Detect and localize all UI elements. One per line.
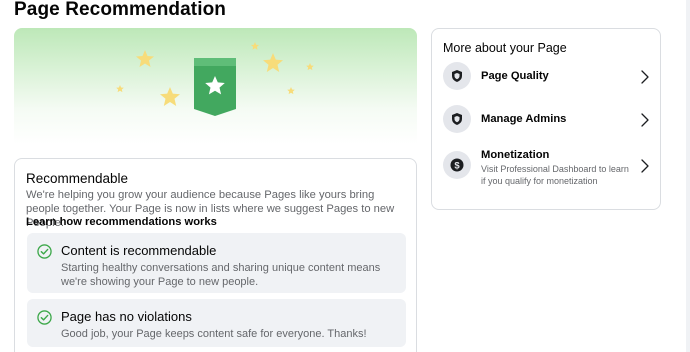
recommendation-card: Recommendable We're helping you grow you… <box>14 158 417 352</box>
chevron-right-icon <box>641 159 649 173</box>
page-title: Page Recommendation <box>14 0 227 20</box>
shield-icon <box>452 113 462 125</box>
star-icon <box>116 85 124 93</box>
star-icon <box>306 63 314 71</box>
sidebar-item-label: Page Quality <box>481 70 549 82</box>
chevron-right-icon <box>641 70 649 84</box>
more-about-page-card: More about your Page Page Quality Manage… <box>431 28 661 210</box>
sidebar-item-subtitle: Visit Professional Dashboard to learn if… <box>481 164 629 186</box>
sidebar-item-monetization[interactable]: $ Monetization Visit Professional Dashbo… <box>438 145 654 189</box>
hero-banner <box>14 28 417 144</box>
scrollbar-track[interactable] <box>686 0 690 352</box>
sidebar-item-label: Manage Admins <box>481 113 567 125</box>
hero-illustration <box>116 42 314 116</box>
dollar-icon: $ <box>450 158 464 172</box>
star-icon <box>251 42 259 50</box>
check-circle-icon <box>37 310 52 325</box>
icon-container <box>443 105 471 133</box>
star-icon <box>136 50 154 67</box>
check-circle-icon <box>37 244 52 259</box>
star-icon <box>287 87 295 95</box>
star-icon <box>160 87 180 106</box>
sidebar-item-label: Monetization <box>481 149 550 161</box>
star-icon <box>263 53 283 72</box>
svg-text:$: $ <box>454 161 460 172</box>
status-description: Good job, your Page keeps content safe f… <box>61 328 367 340</box>
status-item-violations: Page has no violations Good job, your Pa… <box>27 299 406 347</box>
sidebar-item-page-quality[interactable]: Page Quality <box>438 61 654 101</box>
icon-container <box>443 62 471 90</box>
sidebar-item-manage-admins[interactable]: Manage Admins <box>438 104 654 144</box>
status-description: Starting healthy conversations and shari… <box>61 262 381 288</box>
chevron-right-icon <box>641 113 649 127</box>
recommendation-badge-icon <box>194 58 236 116</box>
status-item-content: Content is recommendable Starting health… <box>27 233 406 293</box>
recommendation-status-title: Recommendable <box>26 171 129 186</box>
sidebar-title: More about your Page <box>443 41 567 55</box>
status-title: Page has no violations <box>61 309 192 324</box>
shield-icon <box>452 70 462 82</box>
learn-more-link[interactable]: Learn how recommendations works <box>26 216 217 228</box>
icon-container: $ <box>443 151 471 179</box>
status-title: Content is recommendable <box>61 243 217 258</box>
